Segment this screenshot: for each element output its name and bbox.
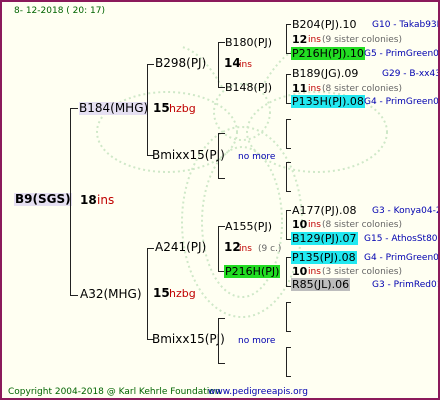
bracket-gen2-1-bottom: [218, 87, 225, 88]
gen2-2-note: no more: [238, 152, 276, 162]
gen4-1-note: (9 sister colonies): [322, 35, 403, 45]
gen4-8-id: R85(JL).06: [291, 278, 351, 291]
gen3-3-id: A155(PJ): [225, 220, 272, 233]
bracket-gen2-1-top: [218, 42, 225, 43]
gen3-2-id: B148(PJ): [225, 81, 273, 94]
bracket-gen1-b: [147, 248, 148, 340]
gen4-1-id: B204(PJ).10: [292, 18, 357, 31]
gen4-2-id: P216H(PJ).10: [291, 47, 365, 60]
bracket-empty-2-top: [286, 162, 291, 163]
bracket-gen1-b-top: [147, 248, 154, 249]
bracket-gen3-3-top: [286, 210, 291, 211]
gen4-1-line: ins: [308, 35, 321, 45]
root-year: 18: [80, 193, 97, 207]
gen1-sire-id: B184(MHG): [79, 101, 149, 115]
bracket-empty-4-bottom: [286, 376, 291, 377]
bracket-gen2-4-bottom: [218, 363, 225, 364]
root-line: ins: [97, 193, 115, 207]
footer-site-link[interactable]: www.pedigreeapis.org: [208, 386, 308, 398]
gen2-3-note: (9 c.): [258, 244, 282, 254]
gen4-5-note: (8 sister colonies): [322, 220, 403, 230]
gen4-3-year: 11: [292, 82, 308, 95]
gen2-2-id: Bmixx15(PJ): [152, 148, 225, 162]
bracket-gen1-a-top: [147, 64, 154, 65]
bracket-empty-3-bottom: [286, 331, 291, 332]
gen3-4-id: P216H(PJ): [224, 265, 281, 278]
footer-copyright: Copyright 2004-2018 @ Karl Kehrle Founda…: [8, 387, 221, 397]
bracket-gen3-2: [286, 74, 287, 104]
bracket-gen2-2-bottom: [218, 178, 225, 179]
bracket-empty-1-bottom: [286, 148, 291, 149]
gen2-4-id: Bmixx15(PJ): [152, 332, 225, 346]
gen4-7-id: P135(PJ).08: [291, 251, 357, 264]
bracket-gen2-4: [218, 318, 219, 364]
bracket-empty-4-top: [286, 347, 291, 348]
gen1-dam-year: 15: [153, 286, 170, 300]
gen2-4-note: no more: [238, 336, 276, 346]
gen4-3-id: B189(JG).09: [292, 67, 359, 80]
bracket-empty-4: [286, 347, 287, 377]
bracket-gen3-3: [286, 210, 287, 240]
bracket-gen2-2-top: [218, 133, 225, 134]
bracket-empty-2-bottom: [286, 191, 291, 192]
gen4-5-id: A177(PJ).08: [292, 204, 357, 217]
bracket-empty-1-top: [286, 119, 291, 120]
bracket-empty-3-top: [286, 302, 291, 303]
bracket-gen2-2: [218, 133, 219, 179]
gen4-7-year: 10: [292, 265, 308, 278]
gen2-1-id: B298(PJ): [155, 56, 207, 70]
gen4-5-line: ins: [308, 220, 321, 230]
gen4-1-year: 12: [292, 33, 308, 46]
gen1-sire-year: 15: [153, 101, 170, 115]
bracket-gen3-1-top: [286, 24, 291, 25]
gen2-1-line: ins: [239, 60, 252, 70]
bracket-gen1-a: [147, 64, 148, 156]
gen4-6-id: B129(PJ).07: [291, 232, 358, 245]
bracket-empty-3: [286, 302, 287, 332]
gen1-dam-id: A32(MHG): [80, 287, 142, 301]
root-queen-id: B9(SGS): [14, 192, 72, 206]
bracket-gen3-4: [286, 257, 287, 287]
date-stamp: 8- 12-2018 ( 20: 17): [14, 6, 105, 16]
bracket-empty-2: [286, 162, 287, 192]
gen2-3-id: A241(PJ): [155, 240, 207, 254]
gen4-2-gen: G5 - PrimGreen00: [364, 49, 440, 59]
gen3-1-id: B180(PJ): [225, 36, 273, 49]
bracket-gen2-3-top: [218, 226, 225, 227]
gen2-3-line: ins: [239, 244, 252, 254]
gen4-4-id: P135H(PJ).08: [291, 95, 365, 108]
bracket-gen3-2-top: [286, 74, 291, 75]
bracket-gen2-1: [218, 42, 219, 88]
bracket-gen3-1: [286, 24, 287, 54]
gen4-4-gen: G4 - PrimGreen00: [364, 97, 440, 107]
gen4-7-gen: G4 - PrimGreen00: [364, 253, 440, 263]
bracket-root: [70, 108, 71, 296]
bracket-root-top: [70, 108, 78, 109]
gen4-1-gen: G10 - Takab93R: [372, 20, 440, 30]
pedigree-frame: 8- 12-2018 ( 20: 17) B9(SGS) 18 ins B184…: [0, 0, 440, 400]
gen4-5-gen: G3 - Konya04-2: [372, 206, 440, 216]
gen4-6-gen: G15 - AthosSt80R: [364, 234, 440, 244]
bracket-root-bottom: [70, 295, 78, 296]
gen1-sire-line: hzbg: [169, 102, 196, 115]
gen4-5-year: 10: [292, 218, 308, 231]
gen4-8-gen: G3 - PrimRed01: [372, 280, 440, 290]
bracket-empty-1: [286, 119, 287, 149]
gen1-dam-line: hzbg: [169, 287, 196, 300]
bracket-gen2-3: [218, 226, 219, 272]
gen4-3-gen: G29 - B-xx43: [382, 69, 440, 79]
bracket-gen2-4-top: [218, 318, 225, 319]
